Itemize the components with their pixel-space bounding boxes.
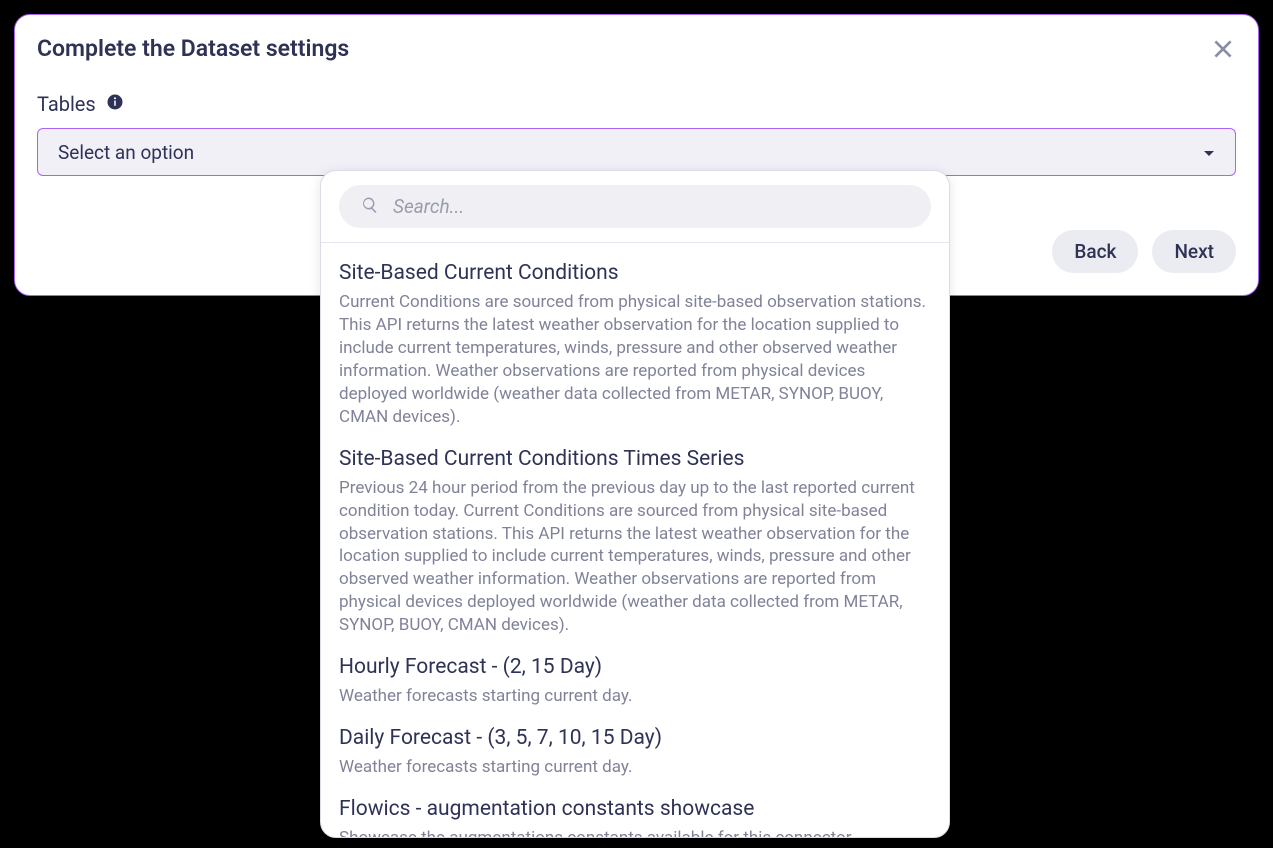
search-input[interactable] — [393, 195, 909, 218]
option-desc: Current Conditions are sourced from phys… — [339, 291, 931, 429]
option-title: Flowics - augmentation constants showcas… — [339, 797, 931, 821]
dropdown-search-wrap — [321, 171, 949, 243]
modal-title: Complete the Dataset settings — [37, 35, 349, 62]
tables-label-row: Tables — [37, 92, 1236, 116]
option-desc: Showcase the augmentations constants ava… — [339, 827, 931, 837]
dropdown-options: Site-Based Current Conditions Current Co… — [321, 243, 949, 837]
search-box[interactable] — [339, 185, 931, 228]
next-button[interactable]: Next — [1152, 230, 1236, 273]
option-title: Daily Forecast - (3, 5, 7, 10, 15 Day) — [339, 726, 931, 750]
dropdown-option[interactable]: Hourly Forecast - (2, 15 Day) Weather fo… — [339, 655, 931, 708]
option-title: Site-Based Current Conditions Times Seri… — [339, 447, 931, 471]
tables-select[interactable]: Select an option — [37, 128, 1236, 176]
tables-label: Tables — [37, 92, 96, 116]
close-icon[interactable] — [1210, 36, 1236, 62]
option-title: Site-Based Current Conditions — [339, 261, 931, 285]
tables-dropdown: Site-Based Current Conditions Current Co… — [320, 170, 950, 838]
modal-header: Complete the Dataset settings — [37, 35, 1236, 62]
option-desc: Previous 24 hour period from the previou… — [339, 477, 931, 638]
back-button[interactable]: Back — [1052, 230, 1138, 273]
option-desc: Weather forecasts starting current day. — [339, 685, 931, 708]
dropdown-option[interactable]: Daily Forecast - (3, 5, 7, 10, 15 Day) W… — [339, 726, 931, 779]
dropdown-option[interactable]: Site-Based Current Conditions Times Seri… — [339, 447, 931, 638]
search-icon — [361, 196, 379, 218]
select-placeholder: Select an option — [58, 141, 194, 164]
option-title: Hourly Forecast - (2, 15 Day) — [339, 655, 931, 679]
info-icon[interactable] — [106, 93, 124, 115]
dropdown-option[interactable]: Site-Based Current Conditions Current Co… — [339, 261, 931, 429]
dropdown-option[interactable]: Flowics - augmentation constants showcas… — [339, 797, 931, 837]
chevron-down-icon — [1203, 143, 1215, 162]
option-desc: Weather forecasts starting current day. — [339, 756, 931, 779]
